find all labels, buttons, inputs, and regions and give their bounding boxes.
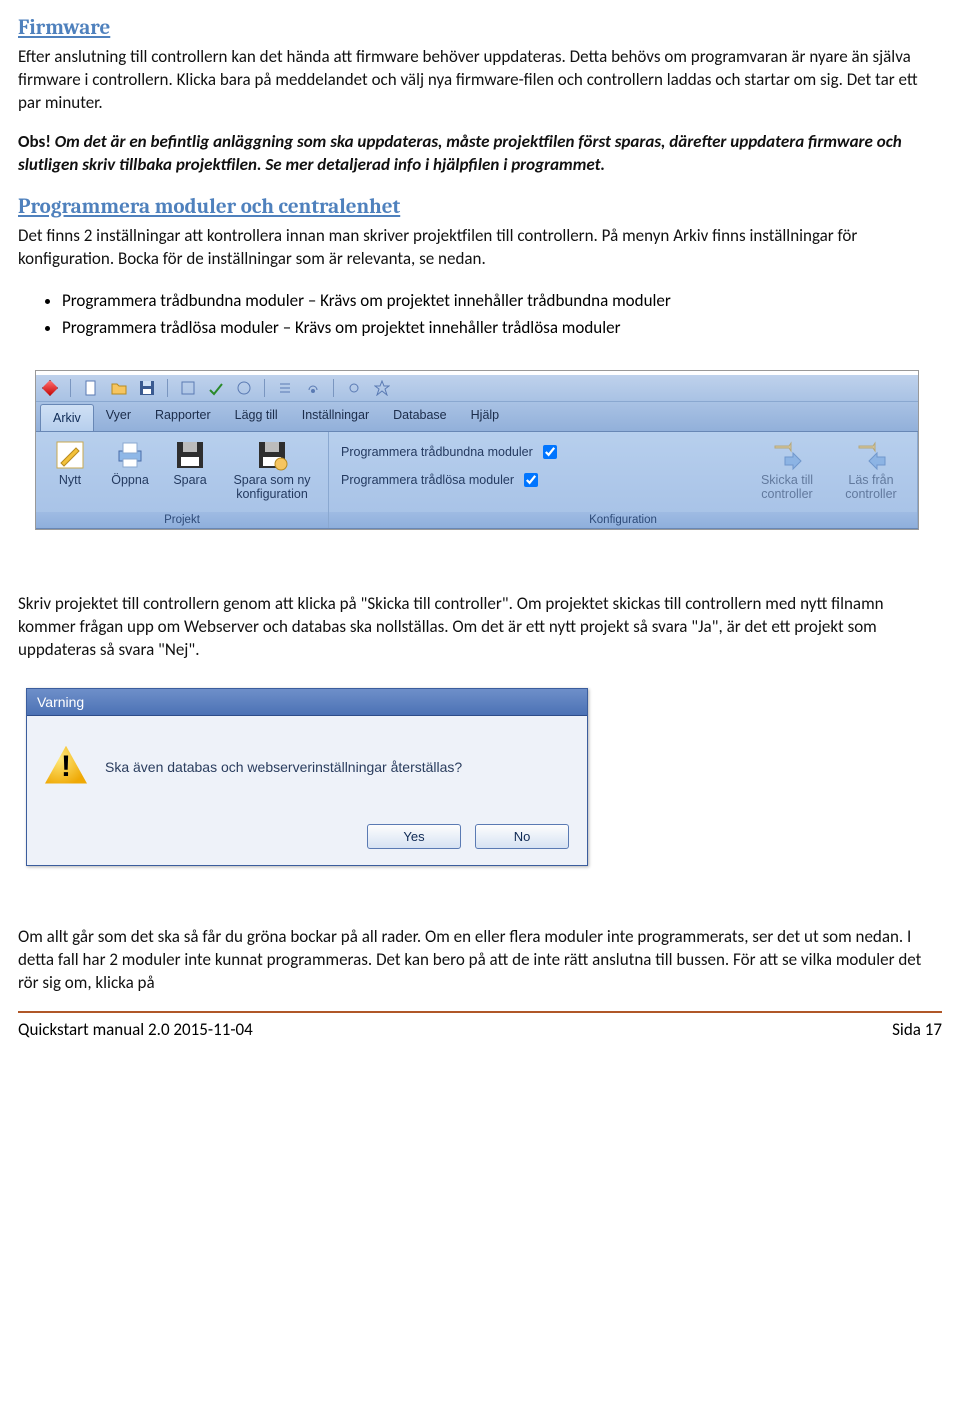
tradbundna-checkbox-row[interactable]: Programmera trådbundna moduler xyxy=(335,440,743,464)
tab-lagg-till[interactable]: Lägg till xyxy=(223,402,290,431)
tradlosa-checkbox[interactable] xyxy=(524,473,538,487)
tab-rapporter[interactable]: Rapporter xyxy=(143,402,223,431)
qat-icon[interactable] xyxy=(180,380,196,396)
qat-icon[interactable] xyxy=(277,380,293,396)
qat-icon[interactable] xyxy=(305,380,321,396)
menu-tabs: Arkiv Vyer Rapporter Lägg till Inställni… xyxy=(36,402,918,432)
qat-icon[interactable] xyxy=(346,380,362,396)
skicka-button[interactable]: Skicka till controller xyxy=(747,436,827,512)
read-arrow-icon xyxy=(855,439,887,471)
program-heading: Programmera moduler och centralenhet xyxy=(18,195,942,219)
tab-installningar[interactable]: Inställningar xyxy=(290,402,381,431)
no-button[interactable]: No xyxy=(475,824,569,849)
qat-icon[interactable] xyxy=(208,380,224,396)
bullet-list: Programmera trådbundna moduler – Krävs o… xyxy=(18,287,942,341)
printer-icon xyxy=(114,439,146,471)
new-file-icon[interactable] xyxy=(83,380,99,396)
las-button[interactable]: Läs från controller xyxy=(831,436,911,512)
qat-separator xyxy=(167,379,168,397)
spara-ny-button[interactable]: Spara som ny konfiguration xyxy=(222,436,322,512)
qat-separator xyxy=(333,379,334,397)
qat-icon[interactable] xyxy=(236,380,252,396)
list-item: Programmera trådbundna moduler – Krävs o… xyxy=(62,287,942,314)
tradlosa-checkbox-row[interactable]: Programmera trådlösa moduler xyxy=(335,468,743,492)
pencil-icon xyxy=(54,439,86,471)
quick-access-toolbar xyxy=(36,375,918,402)
qat-icon[interactable] xyxy=(374,380,390,396)
dialog-message: Ska även databas och webserverinställnin… xyxy=(105,759,462,775)
spara-button[interactable]: Spara xyxy=(162,436,218,512)
save-disk-icon xyxy=(174,439,206,471)
qat-separator xyxy=(264,379,265,397)
tradbundna-checkbox[interactable] xyxy=(543,445,557,459)
app-logo-icon xyxy=(42,380,58,396)
warning-dialog: Varning ! Ska även databas och webserver… xyxy=(26,688,588,866)
page-footer: Quickstart manual 2.0 2015-11-04 Sida 17 xyxy=(18,1011,942,1050)
program-paragraph: Det finns 2 inställningar att kontroller… xyxy=(18,225,942,271)
tab-arkiv[interactable]: Arkiv xyxy=(40,404,94,431)
dialog-title: Varning xyxy=(27,689,587,716)
oppna-label: Öppna xyxy=(111,473,149,487)
ribbon-screenshot: Arkiv Vyer Rapporter Lägg till Inställni… xyxy=(36,371,918,529)
ribbon-body: Nytt Öppna Spara Spara som ny konfigurat… xyxy=(36,432,918,529)
obs-label: Obs! xyxy=(18,131,51,152)
tradlosa-label: Programmera trådlösa moduler xyxy=(341,473,514,487)
end-paragraph: Om allt går som det ska så får du gröna … xyxy=(18,926,942,995)
list-item: Programmera trådlösa moduler – Krävs om … xyxy=(62,314,942,341)
spara-ny-label: Spara som ny konfiguration xyxy=(226,473,318,502)
save-disk-gear-icon xyxy=(256,439,288,471)
firmware-paragraph: Efter anslutning till controllern kan de… xyxy=(18,46,942,115)
tab-hjalp[interactable]: Hjälp xyxy=(459,402,512,431)
obs-paragraph: Obs! Om det är en befintlig anläggning s… xyxy=(18,131,942,177)
footer-right: Sida 17 xyxy=(892,1019,942,1040)
tab-vyer[interactable]: Vyer xyxy=(94,402,143,431)
open-icon[interactable] xyxy=(111,380,127,396)
nytt-button[interactable]: Nytt xyxy=(42,436,98,512)
qat-separator xyxy=(70,379,71,397)
skicka-label: Skicka till controller xyxy=(751,473,823,502)
footer-left: Quickstart manual 2.0 2015-11-04 xyxy=(18,1019,253,1040)
oppna-button[interactable]: Öppna xyxy=(102,436,158,512)
yes-button[interactable]: Yes xyxy=(367,824,461,849)
las-label: Läs från controller xyxy=(835,473,907,502)
konfig-group-label: Konfiguration xyxy=(329,512,917,528)
save-icon[interactable] xyxy=(139,380,155,396)
firmware-heading: Firmware xyxy=(18,16,942,40)
projekt-group-label: Projekt xyxy=(36,512,328,528)
spara-label: Spara xyxy=(173,473,206,487)
tab-database[interactable]: Database xyxy=(381,402,459,431)
obs-text: Om det är en befintlig anläggning som sk… xyxy=(18,131,902,175)
tradbundna-label: Programmera trådbundna moduler xyxy=(341,445,533,459)
nytt-label: Nytt xyxy=(59,473,81,487)
after-ribbon-paragraph: Skriv projektet till controllern genom a… xyxy=(18,593,942,662)
warning-icon: ! xyxy=(45,746,87,788)
send-arrow-icon xyxy=(771,439,803,471)
